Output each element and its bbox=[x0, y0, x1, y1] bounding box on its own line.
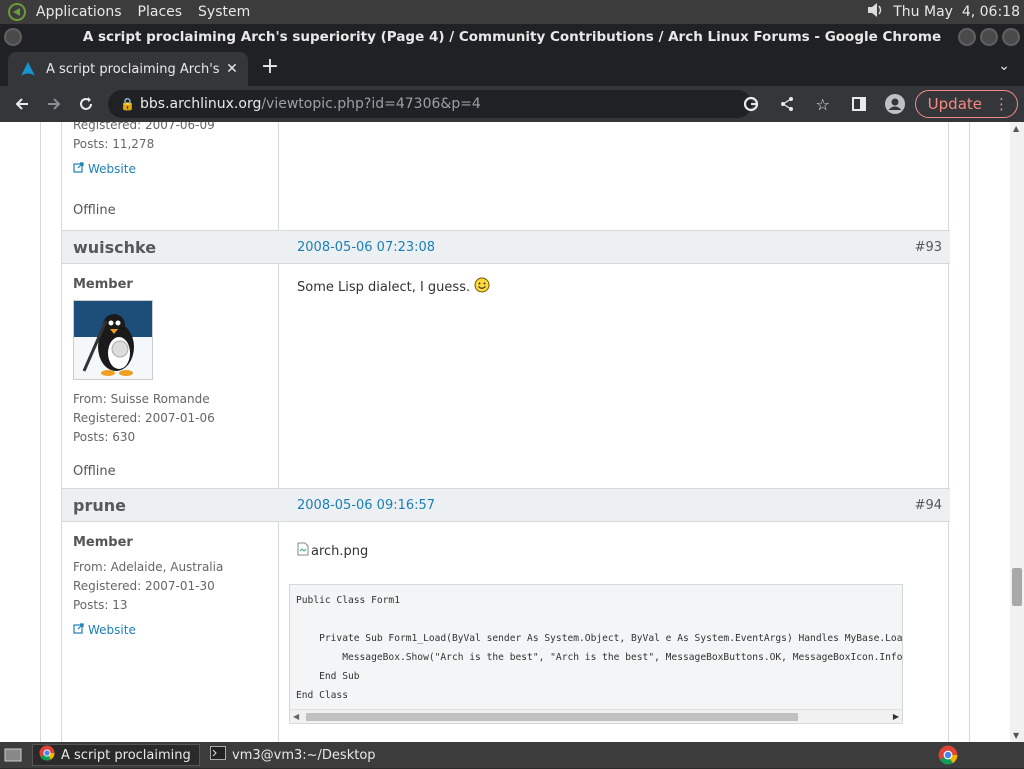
close-window-button[interactable] bbox=[1002, 28, 1020, 46]
profile-avatar-icon[interactable] bbox=[879, 88, 911, 120]
scroll-up-icon[interactable]: ▲ bbox=[1013, 124, 1019, 133]
reload-icon[interactable] bbox=[70, 88, 102, 120]
registered-date: Registered: 2007-01-06 bbox=[73, 411, 215, 425]
arch-favicon-icon bbox=[20, 61, 36, 77]
code-block[interactable]: Public Class Form1 Private Sub Form1_Loa… bbox=[289, 584, 903, 724]
registered-date: Registered: 2007-06-09 bbox=[73, 122, 215, 132]
website-link[interactable]: Website bbox=[73, 623, 136, 637]
post-93: wuischke 2008-05-06 07:23:08 #93 Member bbox=[61, 230, 950, 488]
broken-image: arch.png bbox=[297, 542, 368, 560]
forum-page: Registered: 2007-06-09 Posts: 11,278 Web… bbox=[40, 122, 970, 742]
post-count: Posts: 11,278 bbox=[73, 137, 155, 151]
chrome-icon bbox=[39, 745, 55, 765]
browser-toolbar: 🔒 bbs.archlinux.org /viewtopic.php?id=47… bbox=[0, 86, 1024, 122]
avatar bbox=[73, 300, 153, 380]
online-status: Offline bbox=[73, 464, 116, 479]
share-icon[interactable] bbox=[771, 88, 803, 120]
clock[interactable]: Thu May 4, 06:18 bbox=[893, 4, 1020, 20]
scroll-left-icon[interactable]: ◀ bbox=[293, 712, 299, 721]
page-viewport: Registered: 2007-06-09 Posts: 11,278 Web… bbox=[0, 122, 1010, 742]
bookmark-star-icon[interactable]: ☆ bbox=[807, 88, 839, 120]
website-link-label: Website bbox=[88, 162, 136, 176]
post-sidebar: Member From: Suisse Romande Registered: … bbox=[62, 264, 279, 488]
post-date-link[interactable]: 2008-05-06 09:16:57 bbox=[297, 498, 435, 513]
side-panel-icon[interactable] bbox=[843, 88, 875, 120]
tab-strip: A script proclaiming Arch's superiority … bbox=[0, 50, 1024, 86]
tab-close-icon[interactable]: ✕ bbox=[222, 61, 242, 77]
user-location: From: Suisse Romande bbox=[73, 392, 210, 406]
code-horizontal-scrollbar[interactable]: ◀ ▶ bbox=[290, 709, 902, 723]
show-desktop-icon[interactable] bbox=[4, 746, 22, 768]
address-bar[interactable]: 🔒 bbs.archlinux.org /viewtopic.php?id=47… bbox=[108, 90, 752, 118]
image-alt-text: arch.png bbox=[311, 543, 369, 559]
external-link-icon bbox=[73, 162, 84, 176]
online-status: Offline bbox=[73, 203, 116, 218]
update-button[interactable]: Update ⋮ bbox=[914, 90, 1018, 118]
website-link[interactable]: Website bbox=[73, 162, 136, 176]
post-number: #94 bbox=[914, 498, 942, 513]
lock-icon[interactable]: 🔒 bbox=[120, 97, 135, 111]
browser-tab[interactable]: A script proclaiming Arch's superiority … bbox=[8, 52, 248, 86]
previous-post: Registered: 2007-06-09 Posts: 11,278 Web… bbox=[61, 122, 949, 230]
smiley-icon bbox=[474, 277, 490, 297]
post-author[interactable]: wuischke bbox=[73, 238, 156, 257]
code-scroll-thumb[interactable] bbox=[306, 713, 798, 721]
more-menu-icon: ⋮ bbox=[994, 95, 1009, 113]
tab-search-icon[interactable]: ⌄ bbox=[998, 58, 1010, 74]
previous-post-sidebar: Registered: 2007-06-09 Posts: 11,278 Web… bbox=[62, 122, 279, 230]
top-panel: Applications Places System Thu May 4, 06… bbox=[0, 0, 1024, 24]
scroll-right-icon[interactable]: ▶ bbox=[893, 712, 899, 721]
window-menu-button[interactable] bbox=[4, 28, 22, 46]
post-message: Some Lisp dialect, I guess. bbox=[297, 277, 490, 297]
taskbar-item-terminal[interactable]: vm3@vm3:~/Desktop bbox=[204, 744, 404, 766]
page-scrollbar[interactable]: ▲ ▼ bbox=[1010, 122, 1024, 742]
page-scroll-thumb[interactable] bbox=[1012, 568, 1022, 606]
maximize-button[interactable] bbox=[980, 28, 998, 46]
post-date-link[interactable]: 2008-05-06 07:23:08 bbox=[297, 240, 435, 255]
menu-system[interactable]: System bbox=[190, 4, 258, 20]
message-text: Some Lisp dialect, I guess. bbox=[297, 279, 471, 295]
post-header: wuischke 2008-05-06 07:23:08 #93 bbox=[62, 230, 950, 264]
broken-image-icon bbox=[297, 542, 309, 560]
window-titlebar[interactable]: A script proclaiming Arch's superiority … bbox=[0, 24, 1024, 50]
update-label: Update bbox=[927, 95, 982, 113]
taskbar: A script proclaiming ... vm3@vm3:~/Deskt… bbox=[0, 742, 1024, 768]
external-link-icon bbox=[73, 623, 84, 637]
scroll-down-icon[interactable]: ▼ bbox=[1013, 731, 1019, 740]
url-host: bbs.archlinux.org bbox=[140, 96, 262, 112]
user-location: From: Adelaide, Australia bbox=[73, 560, 224, 574]
user-title: Member bbox=[73, 535, 133, 550]
distro-logo-icon[interactable] bbox=[6, 1, 28, 23]
website-link-label: Website bbox=[88, 623, 136, 637]
post-count: Posts: 630 bbox=[73, 430, 136, 444]
terminal-icon bbox=[210, 746, 226, 764]
taskbar-item-chrome[interactable]: A script proclaiming ... bbox=[32, 744, 200, 766]
post-sidebar: Member From: Adelaide, Australia Registe… bbox=[62, 522, 279, 742]
taskbar-item-label: A script proclaiming ... bbox=[61, 747, 193, 763]
taskbar-item-label: vm3@vm3:~/Desktop bbox=[232, 747, 376, 763]
window-title: A script proclaiming Arch's superiority … bbox=[82, 29, 942, 45]
post-count: Posts: 13 bbox=[73, 598, 128, 612]
new-tab-button[interactable]: + bbox=[258, 56, 282, 80]
post-number: #93 bbox=[914, 240, 942, 255]
user-title: Member bbox=[73, 277, 133, 292]
volume-icon[interactable] bbox=[865, 1, 885, 23]
registered-date: Registered: 2007-01-30 bbox=[73, 579, 215, 593]
menu-places[interactable]: Places bbox=[130, 4, 191, 20]
minimize-button[interactable] bbox=[958, 28, 976, 46]
post-author[interactable]: prune bbox=[73, 496, 126, 515]
url-path: /viewtopic.php?id=47306&p=4 bbox=[261, 96, 481, 112]
post-header: prune 2008-05-06 09:16:57 #94 bbox=[62, 488, 950, 522]
forward-icon[interactable] bbox=[38, 88, 70, 120]
menu-applications[interactable]: Applications bbox=[28, 4, 130, 20]
google-lens-icon[interactable] bbox=[735, 88, 767, 120]
tab-title: A script proclaiming Arch's superiority bbox=[46, 61, 222, 77]
code-content: Public Class Form1 Private Sub Form1_Loa… bbox=[296, 595, 903, 701]
back-icon[interactable] bbox=[6, 88, 38, 120]
tray-chrome-icon[interactable] bbox=[938, 745, 958, 769]
